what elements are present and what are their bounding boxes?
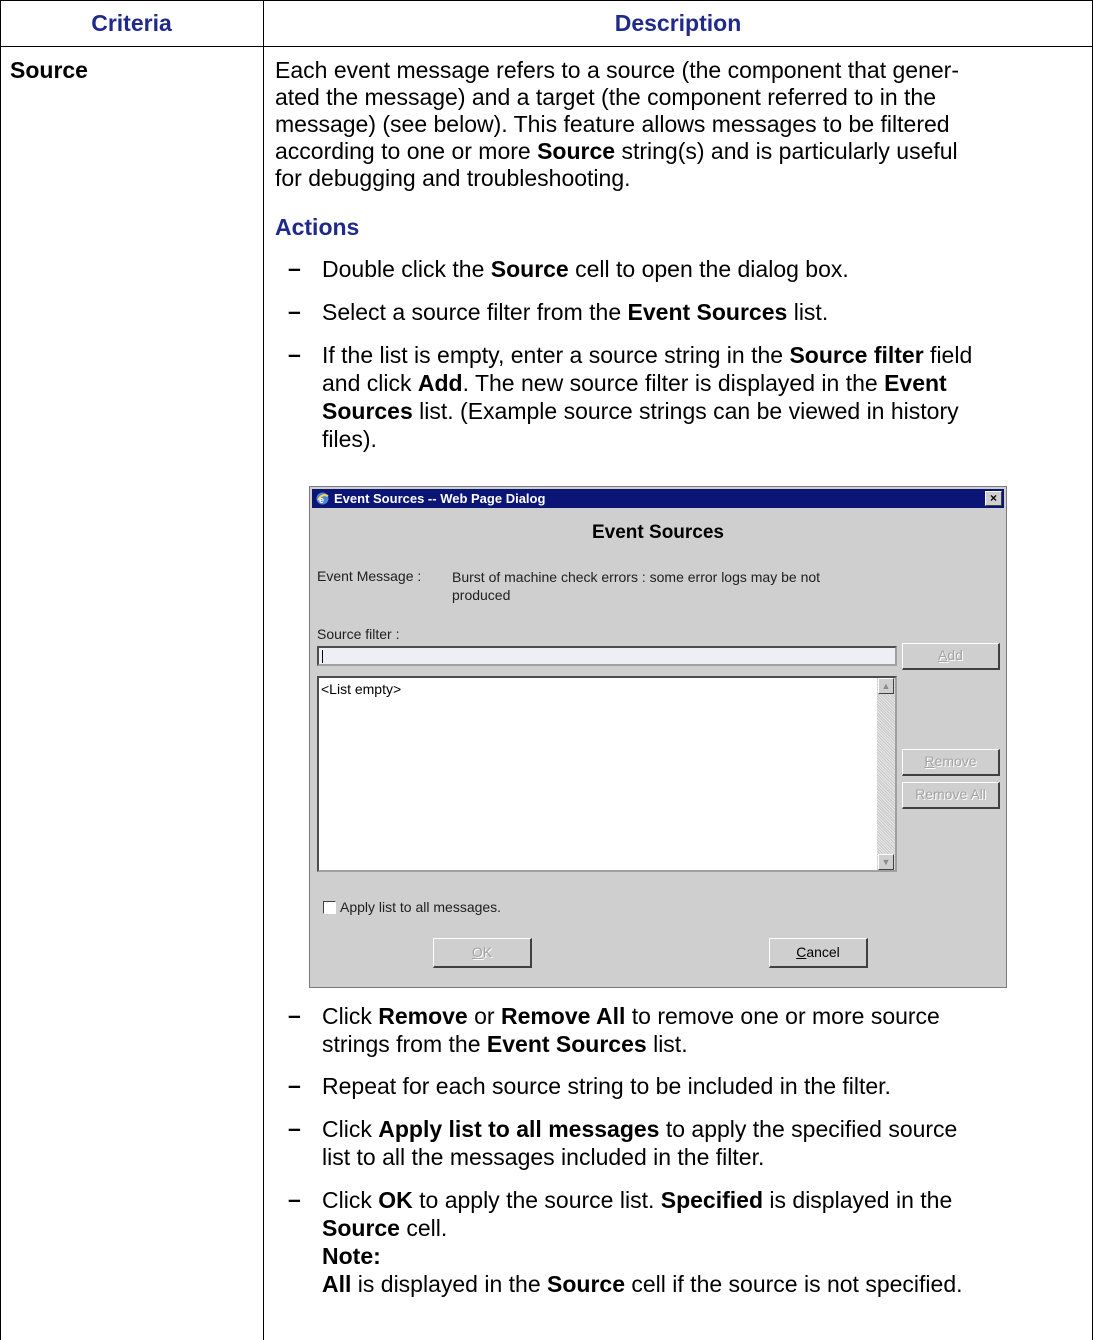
column-divider [263,0,264,1340]
apply-list-label: Apply list to all messages. [340,899,502,915]
bullet-dash: – [288,1115,301,1141]
list-scrollbar[interactable]: ▲ ▼ [877,678,895,870]
action-click-ok: Click OK to apply the source list. Speci… [322,1187,963,1297]
table-top-border [0,0,1093,1]
list-empty-text: <List empty> [321,681,402,697]
close-icon[interactable]: × [985,491,1002,506]
action-double-click: Double click the Source cell to open the… [322,256,849,282]
actions-heading: Actions [275,214,360,240]
event-message-label: Event Message : [317,568,422,584]
header-divider [0,46,1093,47]
source-filter-input[interactable] [317,646,897,666]
bullet-dash: – [288,1186,301,1212]
criteria-table: Criteria Description Source Each event m… [0,0,1093,1340]
bullet-dash: – [288,255,301,281]
add-button[interactable]: Add [902,643,1000,670]
remove-button[interactable]: Remove [902,749,1000,776]
ie-globe-icon: e [316,492,329,505]
text-caret [322,650,323,663]
action-remove: Click Remove or Remove All to remove one… [322,1003,940,1057]
apply-list-checkbox[interactable] [323,901,336,914]
scroll-down-arrow-icon[interactable]: ▼ [878,854,894,870]
action-repeat: Repeat for each source string to be incl… [322,1073,891,1099]
action-enter-source: If the list is empty, enter a source str… [322,342,973,452]
action-apply-list: Click Apply list to all messages to appl… [322,1116,958,1170]
dialog-title-bar[interactable]: e Event Sources -- Web Page Dialog × [312,489,1004,508]
ok-button[interactable]: OK [433,938,532,968]
bullet-dash: – [288,341,301,367]
dialog-heading: Event Sources [592,522,724,543]
description-intro: Each event message refers to a source (t… [275,57,959,191]
event-sources-list[interactable]: <List empty> ▲ ▼ [317,676,897,872]
event-sources-dialog: e Event Sources -- Web Page Dialog × Eve… [309,486,1007,988]
header-description: Description [614,10,742,36]
source-filter-label: Source filter : [317,626,400,642]
bullet-dash: – [288,1072,301,1098]
bullet-dash: – [288,1002,301,1028]
dialog-window-title: Event Sources -- Web Page Dialog [334,491,546,506]
table-left-border [0,0,1,1340]
action-select-filter: Select a source filter from the Event So… [322,299,829,325]
criteria-source: Source [10,57,88,83]
bullet-dash: – [288,298,301,324]
svg-text:e: e [319,495,324,505]
event-message-text: Burst of machine check errors : some err… [452,569,821,603]
cancel-button[interactable]: Cancel [769,938,868,968]
remove-all-button[interactable]: Remove All [902,782,1000,809]
scroll-up-arrow-icon[interactable]: ▲ [878,678,894,694]
header-criteria: Criteria [91,10,172,36]
